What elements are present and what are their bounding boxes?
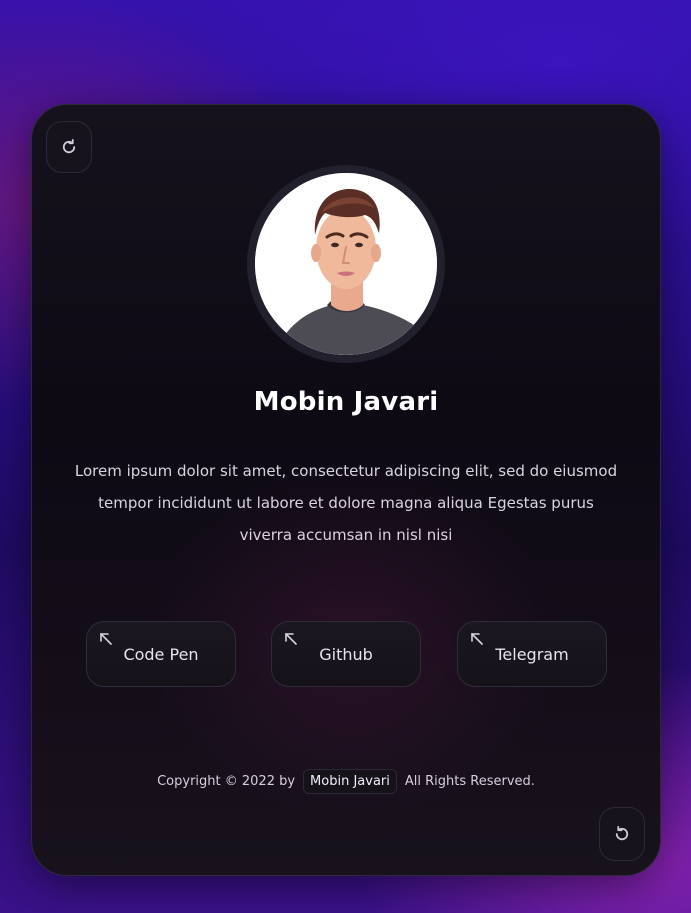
footer-rights: All Rights Reserved. <box>404 774 535 789</box>
refresh-button[interactable] <box>46 121 92 173</box>
arrow-up-left-icon <box>471 633 483 645</box>
undo-button[interactable] <box>599 807 645 861</box>
profile-name: Mobin Javari <box>253 387 439 417</box>
github-button[interactable]: Github <box>271 621 421 687</box>
code-pen-label: Code Pen <box>123 645 199 664</box>
undo-icon <box>615 825 629 841</box>
avatar <box>255 173 437 355</box>
code-pen-button[interactable]: Code Pen <box>86 621 236 687</box>
footer-author-link[interactable]: Mobin Javari <box>303 769 397 794</box>
github-label: Github <box>319 645 373 664</box>
refresh-icon <box>62 138 76 154</box>
footer: Copyright © 2022 by Mobin Javari All Rig… <box>32 769 660 794</box>
avatar-illustration <box>255 173 437 355</box>
profile-bio: Lorem ipsum dolor sit amet, consectetur … <box>74 462 618 544</box>
arrow-up-left-icon <box>285 633 297 645</box>
telegram-label: Telegram <box>495 645 569 664</box>
avatar-frame <box>247 165 445 363</box>
telegram-button[interactable]: Telegram <box>457 621 607 687</box>
footer-copyright: Copyright © 2022 by <box>157 774 296 789</box>
arrow-up-left-icon <box>100 633 112 645</box>
profile-card: Mobin Javari Lorem ipsum dolor sit amet,… <box>31 104 661 876</box>
